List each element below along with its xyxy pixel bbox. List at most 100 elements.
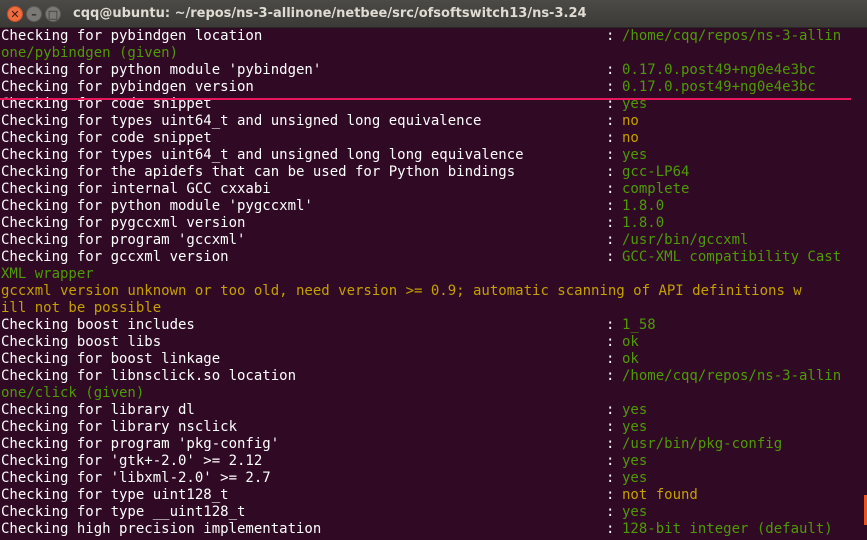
check-label: Checking for python module 'pybindgen' bbox=[1, 62, 322, 78]
output-line: Checking for type __uint128_t: yes bbox=[0, 504, 867, 521]
separator-colon: : bbox=[606, 113, 615, 129]
separator-colon: : bbox=[606, 521, 615, 537]
check-label: Checking high precision implementation bbox=[1, 521, 322, 537]
separator-colon: : bbox=[606, 249, 615, 265]
check-label: Checking for libnsclick.so location bbox=[1, 368, 297, 384]
check-label: Checking for types uint64_t and unsigned… bbox=[1, 147, 524, 163]
check-label: Checking for boost linkage bbox=[1, 351, 221, 367]
check-label: Checking boost libs bbox=[1, 334, 162, 350]
output-line: Checking for library dl: yes bbox=[0, 402, 867, 419]
title-bar[interactable]: ✕ – □ cqq@ubuntu: ~/repos/ns-3-allinone/… bbox=[0, 0, 867, 28]
output-line: Checking for 'gtk+-2.0' >= 2.12: yes bbox=[0, 453, 867, 470]
check-label: Checking for pygccxml version bbox=[1, 215, 246, 231]
output-line: Checking for gccxml version: GCC-XML comp… bbox=[0, 249, 867, 266]
output-line: ill not be possible bbox=[0, 300, 867, 317]
check-result: 0.17.0.post49+ng0e4e3bc bbox=[622, 62, 816, 78]
output-line: Checking for pybindgen version:0.17.0.po… bbox=[0, 79, 867, 96]
output-line: Checking for library nsclick: yes bbox=[0, 419, 867, 436]
separator-colon: : bbox=[606, 62, 615, 78]
check-result: /usr/bin/gccxml bbox=[622, 232, 749, 248]
output-line: Checking boost libs: ok bbox=[0, 334, 867, 351]
maximize-button[interactable]: □ bbox=[45, 6, 61, 22]
separator-colon: : bbox=[606, 334, 615, 350]
separator-colon: : bbox=[606, 436, 615, 452]
close-button[interactable]: ✕ bbox=[7, 6, 23, 22]
check-result: yes bbox=[622, 419, 648, 435]
separator-colon: : bbox=[606, 164, 615, 180]
value-continuation: one/pybindgen (given) bbox=[1, 45, 179, 61]
separator-colon: : bbox=[606, 130, 615, 146]
separator-colon: : bbox=[606, 504, 615, 520]
warning-text: ill not be possible bbox=[1, 300, 162, 316]
check-result: yes bbox=[622, 147, 648, 163]
output-line: gccxml version unknown or too old, need … bbox=[0, 283, 867, 300]
separator-colon: : bbox=[606, 79, 615, 95]
check-result: no bbox=[622, 113, 639, 129]
minimize-button[interactable]: – bbox=[26, 6, 42, 22]
output-line: Checking for types uint64_t and unsigned… bbox=[0, 147, 867, 164]
check-label: Checking for pybindgen location bbox=[1, 28, 263, 44]
check-result: /home/cqq/repos/ns-3-allin bbox=[622, 368, 842, 384]
output-line: Checking for libnsclick.so location: /hom… bbox=[0, 368, 867, 385]
separator-colon: : bbox=[606, 28, 615, 44]
check-result: yes bbox=[622, 453, 648, 469]
annotation-underline bbox=[0, 98, 851, 100]
check-label: Checking for internal GCC cxxabi bbox=[1, 181, 271, 197]
separator-colon: : bbox=[606, 487, 615, 503]
separator-colon: : bbox=[606, 368, 615, 384]
check-label: Checking for types uint64_t and unsigned… bbox=[1, 113, 482, 129]
check-result: 1.8.0 bbox=[622, 215, 665, 231]
check-result: ok bbox=[622, 351, 639, 367]
check-result: /usr/bin/pkg-config bbox=[622, 436, 783, 452]
check-result: yes bbox=[622, 504, 648, 520]
separator-colon: : bbox=[606, 453, 615, 469]
check-label: Checking for code snippet bbox=[1, 130, 212, 146]
check-result: ok bbox=[622, 334, 639, 350]
check-result: not found bbox=[622, 487, 698, 503]
check-label: Checking for type uint128_t bbox=[1, 487, 229, 503]
check-label: Checking for library dl bbox=[1, 402, 195, 418]
output-line: one/pybindgen (given) bbox=[0, 45, 867, 62]
check-label: Checking for type __uint128_t bbox=[1, 504, 246, 520]
separator-colon: : bbox=[606, 351, 615, 367]
check-label: Checking for program 'pkg-config' bbox=[1, 436, 280, 452]
check-label: Checking for pybindgen version bbox=[1, 79, 254, 95]
check-label: Checking for program 'gccxml' bbox=[1, 232, 246, 248]
output-line: Checking for pygccxml version:1.8.0 bbox=[0, 215, 867, 232]
output-line: Checking for 'libxml-2.0' >= 2.7: yes bbox=[0, 470, 867, 487]
output-line: Checking for pybindgen location: /home/cq… bbox=[0, 28, 867, 45]
terminal-output[interactable]: Checking for pybindgen location: /home/cq… bbox=[0, 28, 867, 540]
output-line: Checking for python module 'pybindgen':0… bbox=[0, 62, 867, 79]
check-result: 128-bit integer (default) bbox=[622, 521, 833, 537]
separator-colon: : bbox=[606, 215, 615, 231]
output-line: Checking for internal GCC cxxabi: complet… bbox=[0, 181, 867, 198]
separator-colon: : bbox=[606, 470, 615, 486]
output-line: XML wrapper bbox=[0, 266, 867, 283]
check-result: /home/cqq/repos/ns-3-allin bbox=[622, 28, 842, 44]
check-label: Checking boost includes bbox=[1, 317, 195, 333]
separator-colon: : bbox=[606, 419, 615, 435]
check-result: 1.8.0 bbox=[622, 198, 665, 214]
window-title: cqq@ubuntu: ~/repos/ns-3-allinone/netbee… bbox=[73, 6, 587, 21]
output-line: one/click (given) bbox=[0, 385, 867, 402]
check-label: Checking for 'libxml-2.0' >= 2.7 bbox=[1, 470, 271, 486]
value-continuation: XML wrapper bbox=[1, 266, 94, 282]
output-line: Checking for program 'gccxml': /usr/bin/g… bbox=[0, 232, 867, 249]
warning-text: gccxml version unknown or too old, need … bbox=[1, 283, 802, 299]
output-line: Checking for the apidefs that can be use… bbox=[0, 164, 867, 181]
output-line: Checking for boost linkage: ok bbox=[0, 351, 867, 368]
check-result: 0.17.0.post49+ng0e4e3bc bbox=[622, 79, 816, 95]
check-result: 1_58 bbox=[622, 317, 656, 333]
terminal-window: ✕ – □ cqq@ubuntu: ~/repos/ns-3-allinone/… bbox=[0, 0, 867, 540]
separator-colon: : bbox=[606, 232, 615, 248]
output-line: Checking boost includes:1_58 bbox=[0, 317, 867, 334]
separator-colon: : bbox=[606, 402, 615, 418]
check-result: yes bbox=[622, 470, 648, 486]
check-label: Checking for the apidefs that can be use… bbox=[1, 164, 516, 180]
output-line: Checking for python module 'pygccxml':1.… bbox=[0, 198, 867, 215]
output-line: Checking for program 'pkg-config': /usr/b… bbox=[0, 436, 867, 453]
check-result: yes bbox=[622, 402, 648, 418]
separator-colon: : bbox=[606, 181, 615, 197]
check-result: GCC-XML compatibility Cast bbox=[622, 249, 842, 265]
output-line: Checking high precision implementation:1… bbox=[0, 521, 867, 538]
